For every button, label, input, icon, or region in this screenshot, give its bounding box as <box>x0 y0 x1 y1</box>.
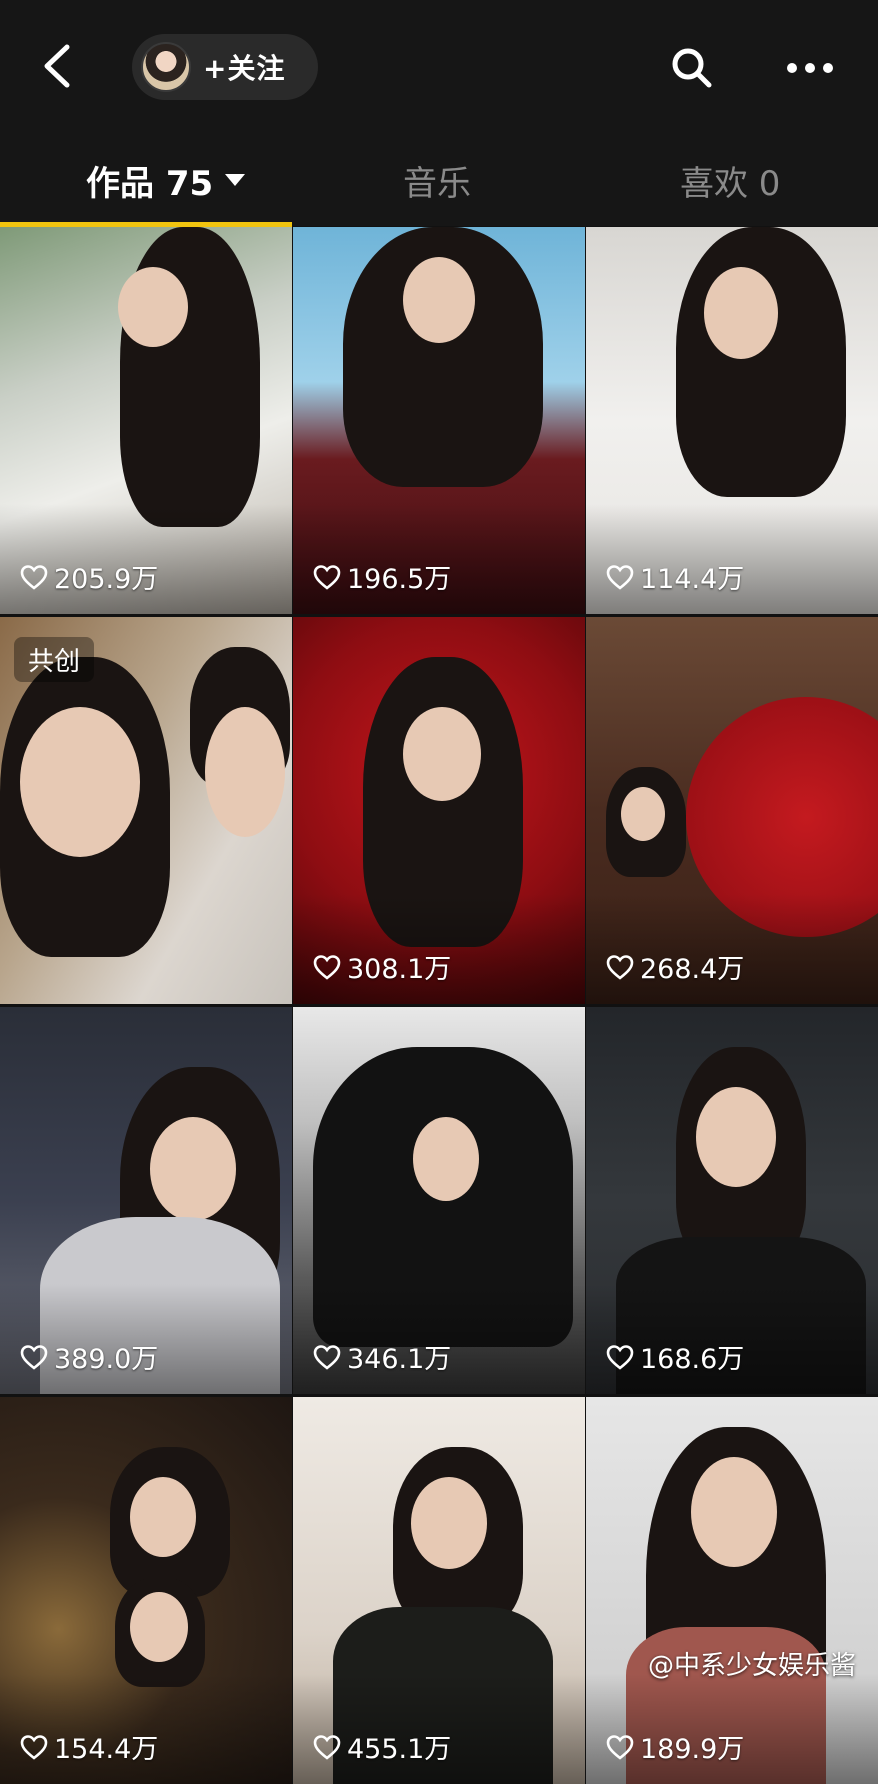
watermark: @中系少女娱乐酱 <box>647 1651 856 1681</box>
tab-music[interactable]: 音乐 <box>403 152 471 208</box>
like-count-value: 196.5万 <box>347 564 452 595</box>
video-thumbnail[interactable]: 168.6万 <box>586 1007 878 1394</box>
video-thumbnail[interactable]: 196.5万 <box>293 227 585 614</box>
like-count: 189.9万 <box>606 1727 744 1766</box>
like-count-value: 308.1万 <box>347 954 452 985</box>
top-bar: +关注 <box>0 0 878 138</box>
follow-button[interactable]: +关注 <box>132 34 318 100</box>
heart-icon <box>606 1734 634 1760</box>
video-thumbnail[interactable]: 455.1万 <box>293 1397 585 1784</box>
avatar[interactable] <box>141 42 191 92</box>
like-count: 114.4万 <box>606 557 744 596</box>
video-grid: 205.9万 196.5万 114.4万 共创 308.1万 268.4万 38… <box>0 227 878 1784</box>
search-icon <box>672 48 712 88</box>
search-button[interactable] <box>664 40 720 96</box>
heart-icon <box>20 564 48 590</box>
tab-works-label: 作品 75 <box>86 163 214 204</box>
heart-icon <box>313 564 341 590</box>
like-count-value: 268.4万 <box>640 954 745 985</box>
chevron-left-icon <box>44 44 70 88</box>
like-count-value: 346.1万 <box>347 1344 452 1375</box>
like-count: 268.4万 <box>606 947 744 986</box>
heart-icon <box>313 1734 341 1760</box>
like-count: 308.1万 <box>313 947 451 986</box>
video-thumbnail[interactable]: 346.1万 <box>293 1007 585 1394</box>
like-count: 168.6万 <box>606 1337 744 1376</box>
heart-icon <box>606 1344 634 1370</box>
like-count-value: 389.0万 <box>54 1344 159 1375</box>
follow-label: +关注 <box>203 52 286 85</box>
more-dots-icon <box>787 63 833 73</box>
like-count-value: 455.1万 <box>347 1734 452 1765</box>
more-options-button[interactable] <box>780 40 840 96</box>
video-thumbnail[interactable]: 154.4万 <box>0 1397 292 1784</box>
video-thumbnail[interactable]: 205.9万 <box>0 227 292 614</box>
tab-likes-label: 喜欢 0 <box>680 163 781 204</box>
heart-icon <box>606 564 634 590</box>
heart-icon <box>606 954 634 980</box>
profile-tabs: 作品 75 音乐 喜欢 0 <box>0 138 878 226</box>
video-thumbnail[interactable]: 389.0万 <box>0 1007 292 1394</box>
heart-icon <box>20 1344 48 1370</box>
like-count: 196.5万 <box>313 557 451 596</box>
back-button[interactable] <box>34 38 78 94</box>
heart-icon <box>313 954 341 980</box>
tab-likes[interactable]: 喜欢 0 <box>680 152 780 208</box>
video-thumbnail[interactable]: 189.9万 <box>586 1397 878 1784</box>
like-count: 205.9万 <box>20 557 158 596</box>
video-thumbnail[interactable]: 268.4万 <box>586 617 878 1004</box>
tab-music-label: 音乐 <box>403 163 471 204</box>
like-count: 346.1万 <box>313 1337 451 1376</box>
like-count-value: 189.9万 <box>640 1734 745 1765</box>
like-count-value: 168.6万 <box>640 1344 745 1375</box>
like-count: 389.0万 <box>20 1337 158 1376</box>
video-thumbnail[interactable]: 共创 <box>0 617 292 1004</box>
like-count-value: 205.9万 <box>54 564 159 595</box>
video-thumbnail[interactable]: 114.4万 <box>586 227 878 614</box>
heart-icon <box>20 1734 48 1760</box>
video-thumbnail[interactable]: 308.1万 <box>293 617 585 1004</box>
caret-down-icon <box>225 174 246 186</box>
like-count-value: 154.4万 <box>54 1734 159 1765</box>
like-count-value: 114.4万 <box>640 564 745 595</box>
heart-icon <box>313 1344 341 1370</box>
co-creation-badge: 共创 <box>14 637 95 682</box>
like-count: 154.4万 <box>20 1727 158 1766</box>
like-count: 455.1万 <box>313 1727 451 1766</box>
tab-works[interactable]: 作品 75 <box>86 152 246 208</box>
